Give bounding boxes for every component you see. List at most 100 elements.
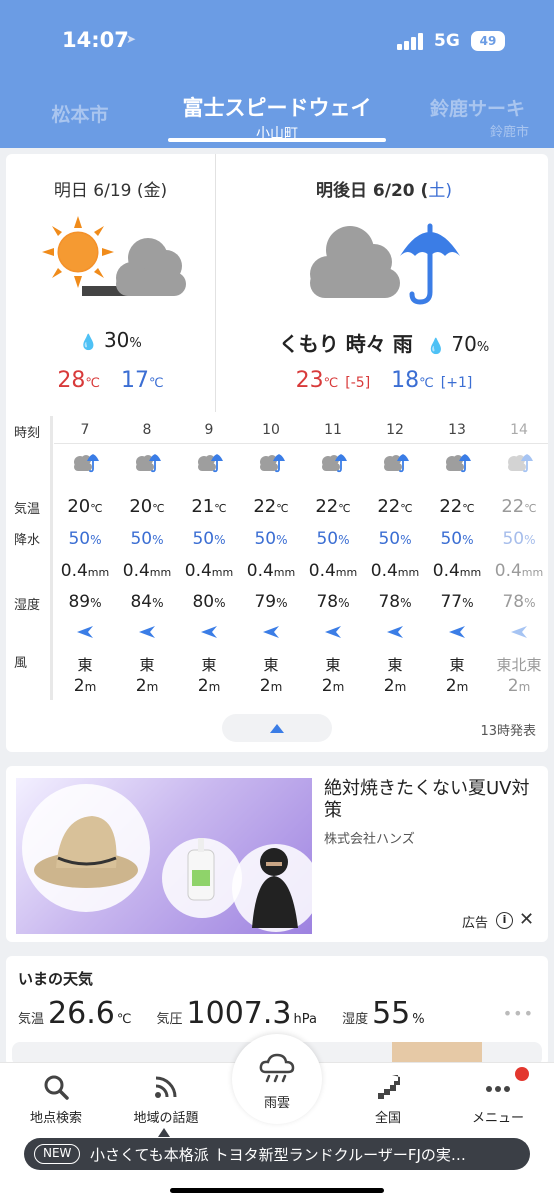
hour-humidity: 89% [68,592,102,612]
hour-wind-dir: 東 [77,656,93,674]
temp-high: 28℃ [57,368,100,393]
label-temp: 気温 [14,502,41,517]
current-weather-values: 気温 26.6 ℃ 気圧 1007.3 hPa 湿度 55% [18,996,425,1031]
chevron-up-icon [270,724,284,733]
cloud-umbrella-icon [133,450,163,474]
ad-title[interactable]: 絶対焼きたくない夏UV対策 [324,778,534,822]
hour-wind-speed: 2m [197,676,221,696]
location-name: 富士スピードウェイ [182,96,372,120]
hour-temp: 22℃ [253,496,289,517]
hour-wind-speed: 2m [321,676,345,696]
hour-rain-amount: 0.4mm [122,561,172,581]
signal-icon [397,32,427,50]
menu-icon [486,1086,510,1092]
nav-menu[interactable]: メニュー [448,1073,548,1126]
collapse-button[interactable] [222,714,332,742]
nav-search[interactable]: 地点検索 [6,1073,106,1126]
temp-low: 17℃ [120,368,164,393]
notification-badge [515,1067,529,1081]
hour-label: 11 [324,422,342,438]
wind-arrow-icon [488,624,550,640]
label-time: 時刻 [14,426,41,441]
location-arrow-icon: ➤ [126,32,137,46]
hourly-forecast[interactable]: 時刻 気温 降水 湿度 風 7 20℃ 50% 0.4mm 89% 東 2m 8 20℃ 50% 0… [6,416,548,702]
current-temp: 26.6 [48,996,115,1031]
hour-temp: 22℃ [377,496,413,517]
home-indicator[interactable] [170,1188,384,1193]
temp-low: 18℃ [+1] [391,368,473,393]
nav-national[interactable]: 全国 [338,1073,438,1126]
wind-arrow-icon [54,624,116,640]
hour-wind-dir: 東 [139,656,155,674]
nav-radar[interactable]: 雨雲 [232,1034,322,1124]
hour-rain-amount: 0.4mm [494,561,544,581]
new-badge: NEW [34,1144,81,1164]
ad-label: 広告 [462,916,489,931]
hour-label: 13 [448,422,466,438]
hour-humidity: 77% [440,592,474,612]
cloud-umbrella-icon [505,450,535,474]
hour-temp: 22℃ [501,496,537,517]
day-temps: 23℃ [-5] 18℃ [+1] [220,368,548,393]
day-title: 明後日 6/20 (土) [316,181,452,201]
location-tab-next[interactable]: 鈴鹿サーキ 鈴鹿市 [430,94,554,140]
hour-wind-speed: 2m [445,676,469,696]
current-temp-label: 気温 [18,1012,45,1027]
hour-label: 10 [262,422,280,438]
day-forecast-tomorrow[interactable]: 明日 6/19 (金) 💧 30% 28℃ 17℃ [6,154,216,412]
hour-temp: 21℃ [191,496,227,517]
raindrop-icon: 💧 [426,337,446,355]
hour-humidity: 79% [254,592,288,612]
divider [54,443,548,444]
day-title: 明日 6/19 (金) [53,181,168,201]
hour-label: 7 [80,422,90,438]
hour-wind-dir: 東 [449,656,465,674]
location-tab-current[interactable]: 富士スピードウェイ 小山町 [150,92,404,143]
hour-wind-dir: 東 [325,656,341,674]
label-humidity: 湿度 [14,598,41,613]
hour-label: 8 [142,422,152,438]
current-humidity-label: 湿度 [342,1012,369,1027]
day-forecast-day-after[interactable]: 明後日 6/20 (土) くもり 時々 雨 💧 70% 23℃ [-5] 18℃ … [220,154,548,412]
info-icon[interactable]: i [496,912,513,929]
hour-wind-speed: 2m [383,676,407,696]
hour-label: 9 [204,422,214,438]
current-pressure: 1007.3 [186,996,292,1031]
sun-cloud-icon [42,216,186,296]
ad-card[interactable]: 絶対焼きたくない夏UV対策 株式会社ハンズ 広告 i ✕ [6,766,548,942]
label-wind: 風 [14,656,28,671]
location-tab-next-name: 鈴鹿サーキ [430,98,526,120]
network-type: 5G [434,31,460,51]
tab-indicator [168,138,386,142]
hour-wind-speed: 2m [73,676,97,696]
hour-temp: 22℃ [439,496,475,517]
wind-arrow-icon [178,624,240,640]
wind-arrow-icon [364,624,426,640]
close-icon[interactable]: ✕ [519,909,534,930]
hour-rain-prob: 50% [502,529,536,549]
hour-humidity: 78% [316,592,350,612]
ad-image[interactable] [16,778,312,934]
current-pressure-label: 気圧 [156,1012,183,1027]
current-humidity: 55 [372,996,411,1031]
hour-rain-amount: 0.4mm [60,561,110,581]
news-text: 小さくても本格派 トヨタ新型ランドクルーザーFJの実… [90,1146,466,1164]
hour-temp: 20℃ [129,496,165,517]
wind-arrow-icon [302,624,364,640]
news-ticker[interactable]: NEW 小さくても本格派 トヨタ新型ランドクルーザーFJの実… [24,1138,530,1170]
more-icon[interactable]: ••• [503,1004,534,1023]
hour-label: 14 [510,422,528,438]
hour-rain-amount: 0.4mm [184,561,234,581]
hour-wind-speed: 2m [135,676,159,696]
wind-arrow-icon [116,624,178,640]
divider [50,416,53,700]
nav-topics[interactable]: 地域の話題 [116,1073,216,1126]
forecast-card: 明日 6/19 (金) 💧 30% 28℃ 17℃ 明後日 6/20 (土) く… [6,154,548,752]
day-condition: くもり 時々 雨 💧 70% [278,332,490,356]
hour-wind-speed: 2m [507,676,531,696]
location-tab-prev[interactable]: 松本市 [30,100,130,127]
location-tab-next-sub: 鈴鹿市 [490,125,530,140]
feed-icon [155,1076,177,1098]
japan-map-icon [378,1075,400,1099]
cloud-umbrella-icon [71,450,101,474]
